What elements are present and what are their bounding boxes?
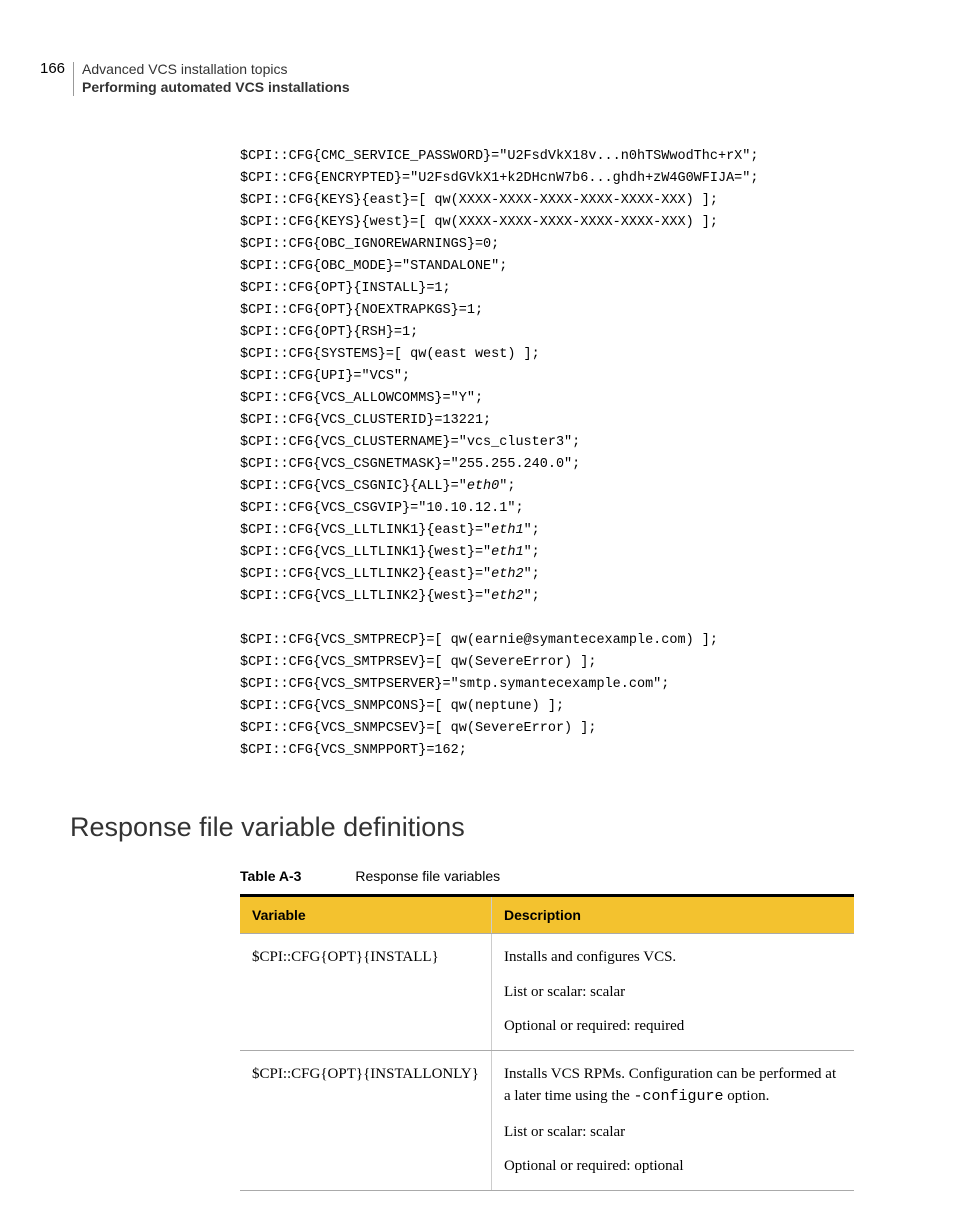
header-titles: Advanced VCS installation topics Perform… bbox=[82, 60, 350, 96]
desc-line: Optional or required: optional bbox=[504, 1155, 842, 1178]
code-line: $CPI::CFG{VCS_LLTLINK1}{west}="eth1"; bbox=[240, 542, 954, 564]
code-line: $CPI::CFG{UPI}="VCS"; bbox=[240, 366, 954, 388]
header-section: Performing automated VCS installations bbox=[82, 78, 350, 96]
page-header: 166 Advanced VCS installation topics Per… bbox=[0, 0, 954, 96]
code-line: $CPI::CFG{VCS_SMTPSERVER}="smtp.symantec… bbox=[240, 674, 954, 696]
page-number: 166 bbox=[40, 60, 73, 77]
response-variables-table: Variable Description $CPI::CFG{OPT}{INST… bbox=[240, 894, 854, 1191]
code-line: $CPI::CFG{VCS_SMTPRECP}=[ qw(earnie@syma… bbox=[240, 630, 954, 652]
code-line: $CPI::CFG{KEYS}{west}=[ qw(XXXX-XXXX-XXX… bbox=[240, 212, 954, 234]
header-divider bbox=[73, 62, 74, 96]
table-row: $CPI::CFG{OPT}{INSTALLONLY} Installs VCS… bbox=[240, 1050, 854, 1190]
code-line: $CPI::CFG{OPT}{RSH}=1; bbox=[240, 322, 954, 344]
code-line: $CPI::CFG{KEYS}{east}=[ qw(XXXX-XXXX-XXX… bbox=[240, 190, 954, 212]
code-line: $CPI::CFG{SYSTEMS}=[ qw(east west) ]; bbox=[240, 344, 954, 366]
code-line: $CPI::CFG{CMC_SERVICE_PASSWORD}="U2FsdVk… bbox=[240, 146, 954, 168]
variable-cell: $CPI::CFG{OPT}{INSTALLONLY} bbox=[240, 1050, 491, 1190]
code-line: $CPI::CFG{VCS_LLTLINK1}{east}="eth1"; bbox=[240, 520, 954, 542]
table-row: $CPI::CFG{OPT}{INSTALL} Installs and con… bbox=[240, 934, 854, 1051]
desc-line: Optional or required: required bbox=[504, 1015, 842, 1038]
desc-line: Installs VCS RPMs. Configuration can be … bbox=[504, 1063, 842, 1109]
description-cell: Installs and configures VCS. List or sca… bbox=[491, 934, 854, 1051]
table-caption: Table A-3 Response file variables bbox=[240, 868, 954, 884]
code-line: $CPI::CFG{OBC_IGNOREWARNINGS}=0; bbox=[240, 234, 954, 256]
code-line: $CPI::CFG{VCS_SNMPCONS}=[ qw(neptune) ]; bbox=[240, 696, 954, 718]
table-caption-text: Response file variables bbox=[355, 868, 500, 884]
code-block: $CPI::CFG{CMC_SERVICE_PASSWORD}="U2FsdVk… bbox=[240, 146, 954, 762]
code-line: $CPI::CFG{VCS_CLUSTERID}=13221; bbox=[240, 410, 954, 432]
code-line: $CPI::CFG{VCS_SNMPPORT}=162; bbox=[240, 740, 954, 762]
section-heading: Response file variable definitions bbox=[70, 812, 954, 843]
desc-line: List or scalar: scalar bbox=[504, 1121, 842, 1144]
description-cell: Installs VCS RPMs. Configuration can be … bbox=[491, 1050, 854, 1190]
desc-line: Installs and configures VCS. bbox=[504, 946, 842, 969]
code-line: $CPI::CFG{OPT}{NOEXTRAPKGS}=1; bbox=[240, 300, 954, 322]
code-line: $CPI::CFG{VCS_LLTLINK2}{west}="eth2"; bbox=[240, 586, 954, 608]
table-header-description: Description bbox=[491, 896, 854, 934]
desc-line: List or scalar: scalar bbox=[504, 981, 842, 1004]
code-line: $CPI::CFG{VCS_LLTLINK2}{east}="eth2"; bbox=[240, 564, 954, 586]
code-line: $CPI::CFG{ENCRYPTED}="U2FsdGVkX1+k2DHcnW… bbox=[240, 168, 954, 190]
code-line: $CPI::CFG{VCS_CSGNIC}{ALL}="eth0"; bbox=[240, 476, 954, 498]
code-line: $CPI::CFG{VCS_SNMPCSEV}=[ qw(SevereError… bbox=[240, 718, 954, 740]
code-line: $CPI::CFG{VCS_CLUSTERNAME}="vcs_cluster3… bbox=[240, 432, 954, 454]
code-line: $CPI::CFG{VCS_ALLOWCOMMS}="Y"; bbox=[240, 388, 954, 410]
code-line bbox=[240, 608, 954, 630]
code-line: $CPI::CFG{OBC_MODE}="STANDALONE"; bbox=[240, 256, 954, 278]
table-label: Table A-3 bbox=[240, 868, 301, 884]
code-line: $CPI::CFG{VCS_SMTPRSEV}=[ qw(SevereError… bbox=[240, 652, 954, 674]
table-header-variable: Variable bbox=[240, 896, 491, 934]
code-line: $CPI::CFG{VCS_CSGVIP}="10.10.12.1"; bbox=[240, 498, 954, 520]
variable-cell: $CPI::CFG{OPT}{INSTALL} bbox=[240, 934, 491, 1051]
code-line: $CPI::CFG{OPT}{INSTALL}=1; bbox=[240, 278, 954, 300]
header-chapter: Advanced VCS installation topics bbox=[82, 60, 350, 78]
code-line: $CPI::CFG{VCS_CSGNETMASK}="255.255.240.0… bbox=[240, 454, 954, 476]
